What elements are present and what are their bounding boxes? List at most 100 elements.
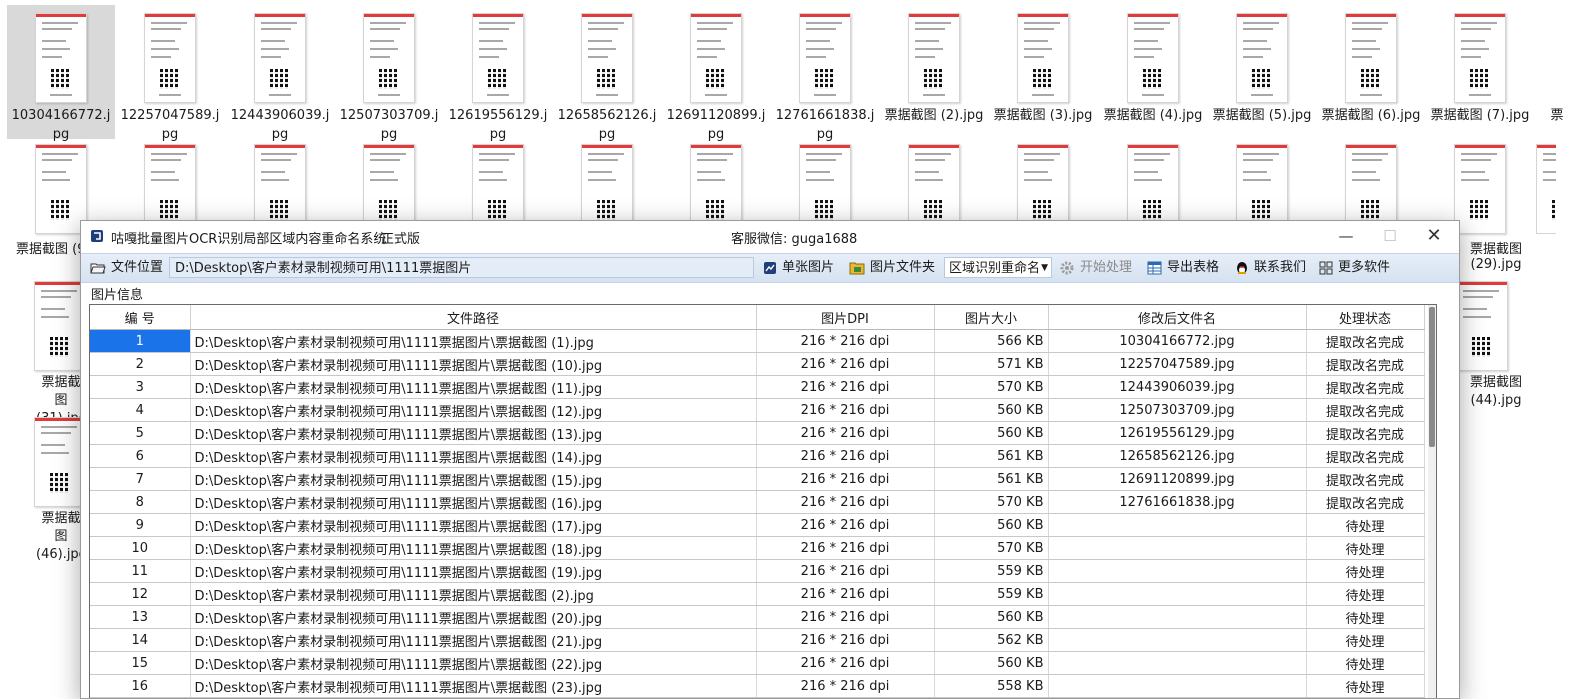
column-header[interactable]: 图片DPI <box>756 305 935 330</box>
file-item[interactable]: 票据截图 (7).jpg <box>1426 5 1534 139</box>
cell-newname[interactable] <box>1048 559 1307 583</box>
cell-dpi[interactable]: 216 * 216 dpi <box>756 467 935 491</box>
cell-status[interactable]: 待处理 <box>1306 605 1425 629</box>
cell-no[interactable]: 3 <box>90 375 191 399</box>
file-item[interactable]: 12761661838.jpg <box>771 5 879 142</box>
cell-no[interactable]: 9 <box>90 513 191 537</box>
cell-newname[interactable] <box>1048 513 1307 537</box>
cell-status[interactable]: 提取改名完成 <box>1306 375 1425 399</box>
cell-path[interactable]: D:\Desktop\客户素材录制视频可用\1111票据图片\票据截图 (15)… <box>190 467 757 491</box>
file-name-label[interactable]: 票据截图 (46).jpg <box>36 510 87 564</box>
cell-path[interactable]: D:\Desktop\客户素材录制视频可用\1111票据图片\票据截图 (19)… <box>190 559 757 583</box>
cell-no[interactable]: 16 <box>90 674 191 698</box>
cell-dpi[interactable]: 216 * 216 dpi <box>756 582 935 606</box>
cell-no[interactable]: 13 <box>90 605 191 629</box>
title-bar[interactable]: 咕嘎批量图片OCR识别局部区域内容重命名系统 正式版 客服微信: guga168… <box>81 221 1459 251</box>
cell-size[interactable]: 570 KB <box>934 490 1049 514</box>
image-folder-button[interactable]: 图片文件夹 <box>849 258 935 278</box>
cell-newname[interactable]: 12257047589.jpg <box>1048 352 1307 376</box>
cell-dpi[interactable]: 216 * 216 dpi <box>756 352 935 376</box>
cell-status[interactable]: 提取改名完成 <box>1306 329 1425 353</box>
cell-no[interactable]: 12 <box>90 582 191 606</box>
cell-status[interactable]: 待处理 <box>1306 559 1425 583</box>
cell-dpi[interactable]: 216 * 216 dpi <box>756 605 935 629</box>
cell-dpi[interactable]: 216 * 216 dpi <box>756 559 935 583</box>
cell-dpi[interactable]: 216 * 216 dpi <box>756 536 935 560</box>
close-button[interactable]: ✕ <box>1411 223 1457 249</box>
cell-no[interactable]: 11 <box>90 559 191 583</box>
table-row[interactable]: 11 D:\Desktop\客户素材录制视频可用\1111票据图片\票据截图 (1… <box>90 559 1425 583</box>
cell-no[interactable]: 8 <box>90 490 191 514</box>
cell-no[interactable]: 2 <box>90 352 191 376</box>
file-item[interactable]: 票据截图 (5).jpg <box>1208 5 1316 139</box>
cell-size[interactable]: 570 KB <box>934 536 1049 560</box>
scrollbar-thumb[interactable] <box>1429 307 1435 447</box>
cell-dpi[interactable]: 216 * 216 dpi <box>756 651 935 675</box>
vertical-scrollbar[interactable] <box>1428 305 1436 698</box>
cell-size[interactable]: 559 KB <box>934 559 1049 583</box>
cell-newname[interactable]: 12443906039.jpg <box>1048 375 1307 399</box>
file-item[interactable]: 12257047589.jpg <box>116 5 224 142</box>
cell-newname[interactable] <box>1048 628 1307 652</box>
cell-newname[interactable] <box>1048 605 1307 629</box>
cell-status[interactable]: 待处理 <box>1306 628 1425 652</box>
table-row[interactable]: 8 D:\Desktop\客户素材录制视频可用\1111票据图片\票据截图 (16… <box>90 490 1425 514</box>
table-row[interactable]: 3 D:\Desktop\客户素材录制视频可用\1111票据图片\票据截图 (11… <box>90 375 1425 399</box>
column-header[interactable]: 图片大小 <box>934 305 1049 330</box>
cell-status[interactable]: 提取改名完成 <box>1306 467 1425 491</box>
folder-path-field[interactable]: D:\Desktop\客户素材录制视频可用\1111票据图片 <box>169 257 754 278</box>
cell-dpi[interactable]: 216 * 216 dpi <box>756 398 935 422</box>
cell-status[interactable]: 待处理 <box>1306 651 1425 675</box>
table-row[interactable]: 15 D:\Desktop\客户素材录制视频可用\1111票据图片\票据截图 (2… <box>90 651 1425 675</box>
cell-path[interactable]: D:\Desktop\客户素材录制视频可用\1111票据图片\票据截图 (22)… <box>190 651 757 675</box>
cell-path[interactable]: D:\Desktop\客户素材录制视频可用\1111票据图片\票据截图 (21)… <box>190 628 757 652</box>
cell-no[interactable]: 7 <box>90 467 191 491</box>
cell-path[interactable]: D:\Desktop\客户素材录制视频可用\1111票据图片\票据截图 (18)… <box>190 536 757 560</box>
cell-dpi[interactable]: 216 * 216 dpi <box>756 444 935 468</box>
cell-size[interactable]: 561 KB <box>934 444 1049 468</box>
cell-no[interactable]: 14 <box>90 628 191 652</box>
file-item[interactable]: 票据截图 (2).jpg <box>880 5 988 139</box>
cell-newname[interactable] <box>1048 582 1307 606</box>
table-row[interactable]: 9 D:\Desktop\客户素材录制视频可用\1111票据图片\票据截图 (17… <box>90 513 1425 537</box>
cell-status[interactable]: 提取改名完成 <box>1306 444 1425 468</box>
cell-no[interactable]: 1 <box>90 329 191 353</box>
cell-newname[interactable]: 12658562126.jpg <box>1048 444 1307 468</box>
cell-status[interactable]: 提取改名完成 <box>1306 421 1425 445</box>
file-item[interactable]: 10304166772.jpg <box>7 5 115 142</box>
minimize-button[interactable]: — <box>1323 223 1369 249</box>
cell-size[interactable]: 562 KB <box>934 628 1049 652</box>
cell-status[interactable]: 提取改名完成 <box>1306 490 1425 514</box>
cell-size[interactable]: 570 KB <box>934 375 1049 399</box>
cell-no[interactable]: 5 <box>90 421 191 445</box>
cell-no[interactable]: 10 <box>90 536 191 560</box>
file-location-button[interactable]: 文件位置 <box>90 258 163 278</box>
cell-status[interactable]: 待处理 <box>1306 536 1425 560</box>
cell-size[interactable]: 559 KB <box>934 582 1049 606</box>
cell-size[interactable]: 571 KB <box>934 352 1049 376</box>
file-item[interactable]: 12658562126.jpg <box>553 5 661 142</box>
cell-path[interactable]: D:\Desktop\客户素材录制视频可用\1111票据图片\票据截图 (1).… <box>190 329 757 353</box>
cell-path[interactable]: D:\Desktop\客户素材录制视频可用\1111票据图片\票据截图 (17)… <box>190 513 757 537</box>
file-item[interactable]: 票据截图 (6).jpg <box>1317 5 1425 139</box>
cell-newname[interactable]: 10304166772.jpg <box>1048 329 1307 353</box>
cell-no[interactable]: 6 <box>90 444 191 468</box>
file-item[interactable]: 12507303709.jpg <box>335 5 443 142</box>
cell-size[interactable]: 560 KB <box>934 605 1049 629</box>
cell-path[interactable]: D:\Desktop\客户素材录制视频可用\1111票据图片\票据截图 (11)… <box>190 375 757 399</box>
file-name-label[interactable]: 票据截图 (44).jpg <box>1456 374 1536 410</box>
mode-select[interactable]: 区域识别重命名 ▼ <box>944 257 1052 278</box>
cell-size[interactable]: 558 KB <box>934 674 1049 698</box>
file-item[interactable] <box>1536 136 1556 234</box>
cell-size[interactable]: 560 KB <box>934 651 1049 675</box>
cell-size[interactable]: 566 KB <box>934 329 1049 353</box>
file-item[interactable]: 票 <box>1536 5 1578 123</box>
table-row[interactable]: 6 D:\Desktop\客户素材录制视频可用\1111票据图片\票据截图 (14… <box>90 444 1425 468</box>
file-item[interactable]: 票据截图 (4).jpg <box>1099 5 1207 139</box>
single-image-button[interactable]: 单张图片 <box>763 258 834 278</box>
cell-status[interactable]: 提取改名完成 <box>1306 398 1425 422</box>
cell-newname[interactable] <box>1048 536 1307 560</box>
cell-newname[interactable] <box>1048 674 1307 698</box>
cell-newname[interactable]: 12761661838.jpg <box>1048 490 1307 514</box>
column-header[interactable]: 编 号 <box>90 305 191 330</box>
